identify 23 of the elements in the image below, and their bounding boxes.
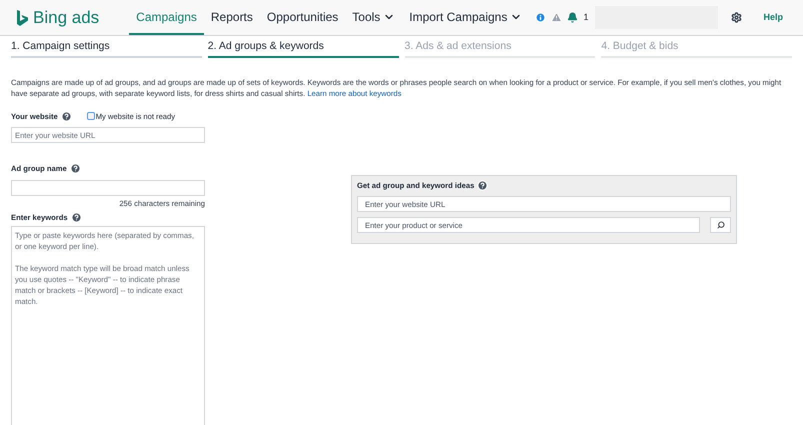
search-button[interactable] — [710, 217, 731, 234]
ad-group-name-field[interactable] — [11, 180, 205, 196]
nav-tab[interactable]: Reports — [204, 0, 260, 35]
checkbox[interactable] — [86, 112, 95, 120]
help-icon[interactable] — [70, 212, 82, 224]
logo-text: Bing ads — [33, 6, 100, 29]
info-icon[interactable] — [535, 12, 546, 23]
help-icon[interactable] — [70, 163, 81, 174]
nav-tab[interactable]: Import Campaigns — [402, 0, 530, 35]
help-icon[interactable] — [60, 110, 72, 122]
step-tab[interactable]: 1. Campaign settings — [11, 39, 202, 58]
logo-icon — [16, 8, 29, 26]
step-tab[interactable]: 2. Ad groups & keywords — [208, 39, 398, 58]
notification-count: 1 — [583, 10, 588, 24]
nav-tab[interactable]: Opportunities — [260, 0, 346, 35]
help-link[interactable]: Help — [763, 10, 783, 24]
nav-tab[interactable]: Tools — [345, 0, 402, 35]
nav-tab[interactable]: Campaigns — [129, 0, 204, 35]
search-icon — [716, 221, 724, 230]
help-icon[interactable] — [477, 180, 488, 191]
warning-icon[interactable] — [551, 12, 562, 23]
settings-icon[interactable] — [731, 12, 742, 23]
bell-icon[interactable] — [567, 12, 578, 23]
